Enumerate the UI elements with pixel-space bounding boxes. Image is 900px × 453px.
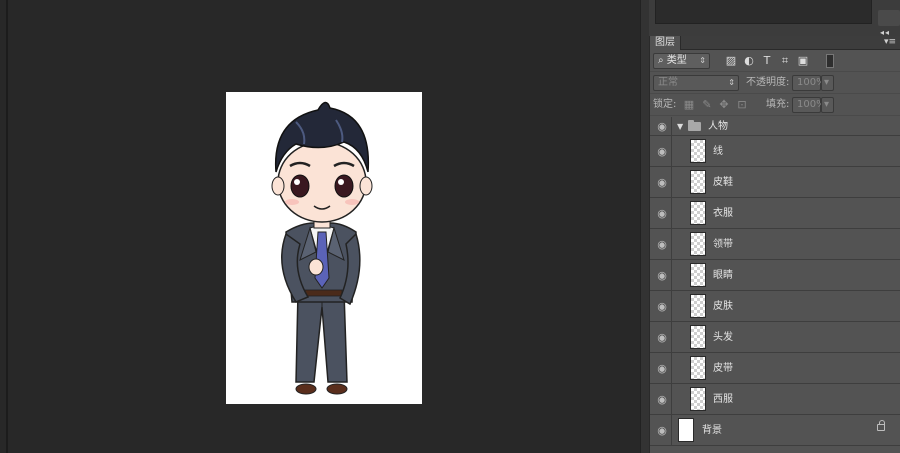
layer-thumbnail [690,232,706,256]
panel-tabbar: 图层 ▾≡ [650,36,900,50]
smart-object-filter-icon[interactable]: ▣ [796,54,810,68]
chibi-businessman-illustration [271,101,373,395]
filter-kind-label: 类型 [666,55,687,66]
lock-position-icon[interactable]: ✥ [717,98,731,112]
layer-thumbnail [690,356,706,380]
expand-arrow-icon[interactable]: ▼ [677,117,683,136]
blend-mode-select[interactable]: 正常 ⇕ [653,75,739,91]
visibility-eye-icon[interactable]: ◉ [653,384,672,414]
layer-row[interactable]: ◉ 头发 [650,322,900,353]
lock-icon [877,420,885,431]
filter-row: ⌕ 类型 ⇕ ▨ ◐ T ⌗ ▣ [650,50,900,72]
layer-thumbnail [690,325,706,349]
blend-row: 正常 ⇕ 不透明度: 100% ▾ [650,72,900,94]
type-layer-filter-icon[interactable]: T [760,54,774,68]
layer-row[interactable]: ◉ 皮肤 [650,291,900,322]
opacity-input[interactable]: 100% [792,75,826,91]
layer-row[interactable]: ◉ 皮鞋 [650,167,900,198]
background-layer-row[interactable]: ◉ 背景 [650,415,900,446]
filter-toggle-icon[interactable] [826,54,834,68]
fill-label: 填充: [766,99,790,110]
fill-input[interactable]: 100% [792,97,826,113]
layer-row[interactable]: ◉ 西服 [650,384,900,415]
filter-kind-select[interactable]: ⌕ 类型 ⇕ [653,53,710,69]
pixel-layer-filter-icon[interactable]: ▨ [724,54,738,68]
visibility-eye-icon[interactable]: ◉ [653,415,672,445]
folder-icon [688,120,701,131]
layer-group-row[interactable]: ◉ ▼ 人物 [650,117,900,136]
layer-row[interactable]: ◉ 皮带 [650,353,900,384]
visibility-eye-icon[interactable]: ◉ [653,291,672,321]
panel-divider[interactable] [640,0,649,453]
shape-layer-filter-icon[interactable]: ⌗ [778,54,792,68]
visibility-eye-icon[interactable]: ◉ [653,198,672,228]
canvas-area[interactable] [0,0,640,453]
chevron-updown-icon: ⇕ [699,56,706,65]
document-canvas[interactable] [226,92,422,404]
search-icon: ⌕ [658,55,667,66]
lock-image-pixels-icon[interactable]: ✎ [700,98,714,112]
layer-thumbnail [690,139,706,163]
adjustment-layer-filter-icon[interactable]: ◐ [742,54,756,68]
layer-name: 线 [713,146,723,157]
layer-thumbnail [690,170,706,194]
layer-name: 衣服 [713,208,733,219]
lock-row: 锁定: ▦ ✎ ✥ ⊡ 填充: 100% ▾ [650,94,900,116]
visibility-eye-icon[interactable]: ◉ [653,353,672,383]
left-panel-edge [6,0,8,453]
layer-name: 皮肤 [713,301,733,312]
fill-dropdown-button[interactable]: ▾ [821,97,834,113]
layer-name: 领带 [713,239,733,250]
chevron-updown-icon: ⇕ [728,78,735,87]
group-name: 人物 [708,121,728,132]
lock-all-icon[interactable]: ⊡ [735,98,749,112]
panel-menu-icon[interactable]: ▾≡ [884,37,896,47]
tab-layers[interactable]: 图层 [650,36,681,50]
top-panel-well [655,0,872,24]
opacity-dropdown-button[interactable]: ▾ [821,75,834,91]
visibility-eye-icon[interactable]: ◉ [653,136,672,166]
layer-thumbnail [690,387,706,411]
layer-name: 头发 [713,332,733,343]
layer-thumbnail [678,418,694,442]
layer-name: 皮鞋 [713,177,733,188]
layer-row[interactable]: ◉ 衣服 [650,198,900,229]
blend-mode-value: 正常 [658,77,678,88]
lock-transparent-pixels-icon[interactable]: ▦ [682,98,696,112]
lock-label: 锁定: [653,99,677,110]
visibility-eye-icon[interactable]: ◉ [653,322,672,352]
layer-row[interactable]: ◉ 眼睛 [650,260,900,291]
visibility-eye-icon[interactable]: ◉ [653,229,672,259]
layer-thumbnail [690,263,706,287]
top-panel-knob[interactable] [878,10,900,26]
layer-thumbnail [690,201,706,225]
layer-name: 皮带 [713,363,733,374]
layer-row[interactable]: ◉ 线 [650,136,900,167]
layer-list: ◉ ▼ 人物 ◉ 线 ◉ 皮鞋 ◉ 衣服 ◉ 领带 ◉ 眼睛 ◉ 皮肤 ◉ 头发… [650,117,900,453]
visibility-eye-icon[interactable]: ◉ [653,117,672,135]
layer-thumbnail [690,294,706,318]
layers-panel: 图层 ▾≡ ⌕ 类型 ⇕ ▨ ◐ T ⌗ ▣ 正常 ⇕ 不透明度: 100% ▾… [649,36,900,453]
opacity-label: 不透明度: [746,77,790,88]
visibility-eye-icon[interactable]: ◉ [653,167,672,197]
layer-name: 西服 [713,394,733,405]
layer-name: 背景 [702,425,722,436]
layer-name: 眼睛 [713,270,733,281]
layer-row[interactable]: ◉ 领带 [650,229,900,260]
visibility-eye-icon[interactable]: ◉ [653,260,672,290]
